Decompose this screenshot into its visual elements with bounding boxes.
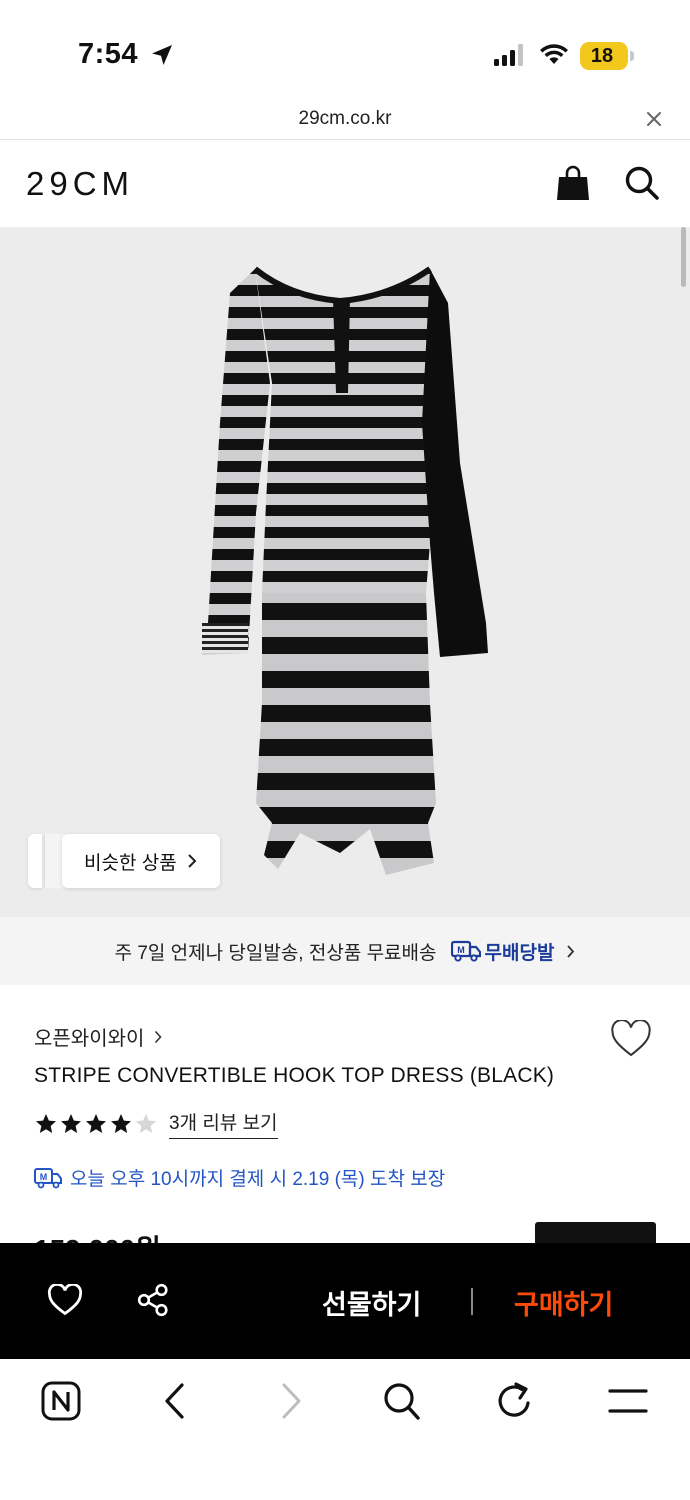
browser-toolbar [0,1359,690,1500]
purchase-action-bar: 선물하기 구매하기 [0,1243,690,1359]
shipping-brand: 무배당발 [484,942,555,964]
close-icon[interactable] [644,109,664,129]
similar-products-label: 비슷한 상품 [84,852,177,874]
rating-stars [34,1112,159,1136]
product-title: STRIPE CONVERTIBLE HOOK TOP DRESS (BLACK… [34,1064,555,1087]
star-filled-icon [36,1113,56,1133]
back-icon[interactable] [162,1381,188,1421]
similar-products-button[interactable]: 비슷한 상품 [62,834,220,888]
reload-icon[interactable] [496,1381,534,1421]
shopping-bag-icon[interactable] [556,165,590,201]
battery-indicator: 18 [580,42,628,70]
similar-thumb [28,834,42,888]
similar-thumb [44,834,64,888]
shipping-banner[interactable]: 주 7일 언제나 당일발송, 전상품 무료배송 M 무배당발 [0,917,690,985]
site-header: 29CM [0,141,690,227]
heart-icon[interactable] [47,1284,83,1316]
status-bar: 7:54 18 [0,0,690,100]
dress-illustration [202,266,488,875]
cellular-signal-icon [494,44,523,66]
star-empty-icon [136,1113,156,1133]
battery-level: 18 [590,45,614,67]
svg-text:M: M [457,945,465,955]
menu-icon[interactable] [608,1381,648,1421]
star-filled-icon [111,1113,131,1133]
share-icon[interactable] [136,1283,170,1317]
gift-button[interactable]: 선물하기 [322,1283,421,1322]
location-arrow-icon [152,45,172,65]
site-logo[interactable]: 29CM [26,165,134,203]
rating-row: 3개 리뷰 보기 [34,1108,278,1139]
status-time: 7:54 [78,38,139,70]
review-link[interactable]: 3개 리뷰 보기 [169,1108,278,1139]
page-scrollbar[interactable] [681,227,686,287]
delivery-truck-icon: M [34,1167,62,1188]
star-filled-icon [86,1113,106,1133]
similar-products[interactable]: 비슷한 상품 [28,834,220,888]
battery-tip [630,51,634,61]
svg-text:M: M [40,1172,48,1182]
delivery-text: 오늘 오후 10시까지 결제 시 2.19 (목) 도착 보장 [70,1169,446,1190]
brand-link[interactable]: 오픈와이와이 [34,1022,162,1051]
chevron-right-icon [155,1030,162,1043]
chevron-right-icon [187,854,197,868]
wishlist-heart-icon[interactable] [610,1020,652,1058]
delivery-truck-icon: M [450,940,481,962]
buy-button[interactable]: 구매하기 [514,1283,613,1322]
search-icon[interactable] [383,1381,421,1421]
chevron-right-icon [567,944,575,958]
delivery-guarantee: M 오늘 오후 10시까지 결제 시 2.19 (목) 도착 보장 [34,1164,445,1191]
browser-url-bar[interactable]: 29cm.co.kr [0,100,690,140]
search-icon[interactable] [624,165,660,201]
naver-n-icon[interactable] [41,1381,81,1421]
shipping-banner-text: 주 7일 언제나 당일발송, 전상품 무료배송 [114,942,437,964]
action-divider [471,1288,473,1315]
wifi-icon [540,44,568,64]
product-image[interactable]: 비슷한 상품 [0,227,690,917]
star-filled-icon [61,1113,81,1133]
brand-name[interactable]: 오픈와이와이 [34,1022,144,1051]
forward-icon[interactable] [278,1381,304,1421]
url-text[interactable]: 29cm.co.kr [0,108,690,130]
